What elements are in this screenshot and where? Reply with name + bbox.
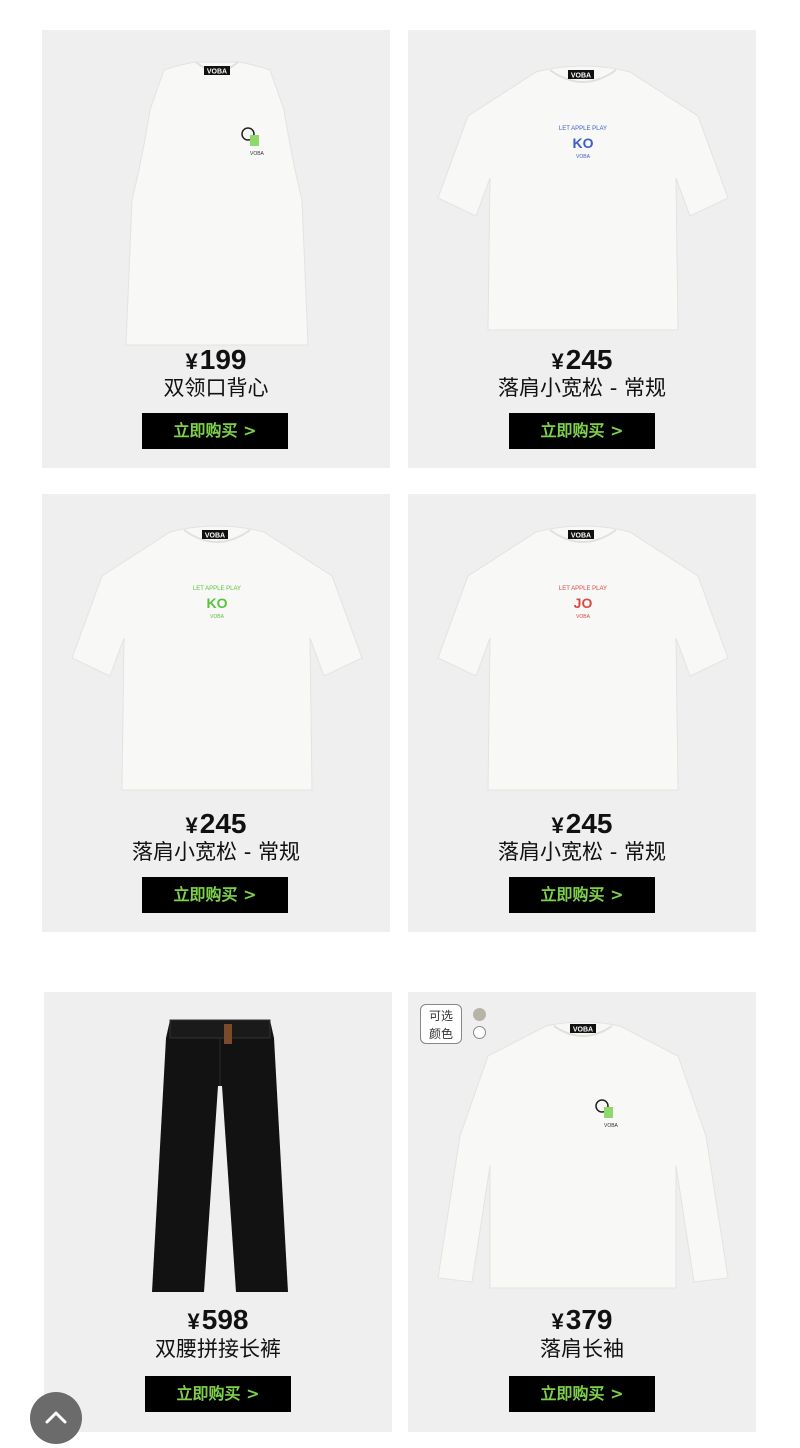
product-name: 落肩小宽松 - 常规 [498,376,666,400]
svg-text:VOBA: VOBA [576,614,591,620]
buy-now-button[interactable]: 立即购买 > [509,1376,655,1412]
svg-text:VOBA: VOBA [573,1027,593,1034]
product-name: 落肩小宽松 - 常规 [498,840,666,864]
product-card[interactable]: VOBA LET APPLE PLAY KO VOBA ¥245 落肩小宽松 -… [408,30,756,468]
svg-text:VOBA: VOBA [205,533,225,540]
buy-now-button[interactable]: 立即购买 > [509,413,655,449]
svg-text:LET APPLE PLAY: LET APPLE PLAY [559,586,607,592]
product-card[interactable]: VOBA VOBA ¥199 双领口背心 立即购买 > [42,30,390,468]
product-image-tank-top[interactable]: VOBA VOBA [112,50,322,350]
product-image-tshirt-blue[interactable]: VOBA LET APPLE PLAY KO VOBA [428,58,738,338]
svg-text:LET APPLE PLAY: LET APPLE PLAY [193,586,241,592]
chevron-up-icon [45,1411,67,1424]
svg-text:KO: KO [573,135,594,151]
scroll-top-button[interactable] [30,1392,82,1444]
svg-text:VOBA: VOBA [571,73,591,80]
product-price: ¥245 [551,344,613,375]
svg-text:VOBA: VOBA [250,151,265,157]
product-name: 双领口背心 [163,376,269,400]
svg-text:JO: JO [574,595,593,611]
buy-now-button[interactable]: 立即购买 > [145,1376,291,1412]
buy-now-button[interactable]: 立即购买 > [509,877,655,913]
product-price: ¥199 [185,344,247,375]
svg-text:VOBA: VOBA [210,614,225,620]
product-image-black-pants[interactable] [140,1016,300,1296]
svg-text:VOBA: VOBA [604,1123,619,1129]
product-card[interactable]: VOBA LET APPLE PLAY JO VOBA ¥245 落肩小宽松 -… [408,494,756,932]
product-card[interactable]: VOBA LET APPLE PLAY KO VOBA ¥245 落肩小宽松 -… [42,494,390,932]
buy-now-button[interactable]: 立即购买 > [142,877,288,913]
product-price: ¥379 [551,1304,613,1335]
product-image-tshirt-red[interactable]: VOBA LET APPLE PLAY JO VOBA [428,518,738,798]
product-price: ¥598 [187,1304,249,1335]
svg-text:KO: KO [207,595,228,611]
product-card[interactable]: ¥598 双腰拼接长裤 立即购买 > [44,992,392,1432]
svg-text:VOBA: VOBA [571,533,591,540]
product-name: 落肩小宽松 - 常规 [132,840,300,864]
product-price: ¥245 [551,808,613,839]
svg-text:LET APPLE PLAY: LET APPLE PLAY [559,126,607,132]
product-image-tshirt-green[interactable]: VOBA LET APPLE PLAY KO VOBA [62,518,372,798]
product-price: ¥245 [185,808,247,839]
product-image-longsleeve[interactable]: VOBA VOBA [428,1016,738,1296]
svg-text:VOBA: VOBA [576,154,591,160]
product-name: 双腰拼接长裤 [155,1337,281,1361]
svg-text:VOBA: VOBA [207,69,227,76]
product-card[interactable]: 可选 颜色 VOBA VOBA ¥379 落肩长袖 立即购买 > [408,992,756,1432]
product-name: 落肩长袖 [540,1337,624,1361]
buy-now-button[interactable]: 立即购买 > [142,413,288,449]
